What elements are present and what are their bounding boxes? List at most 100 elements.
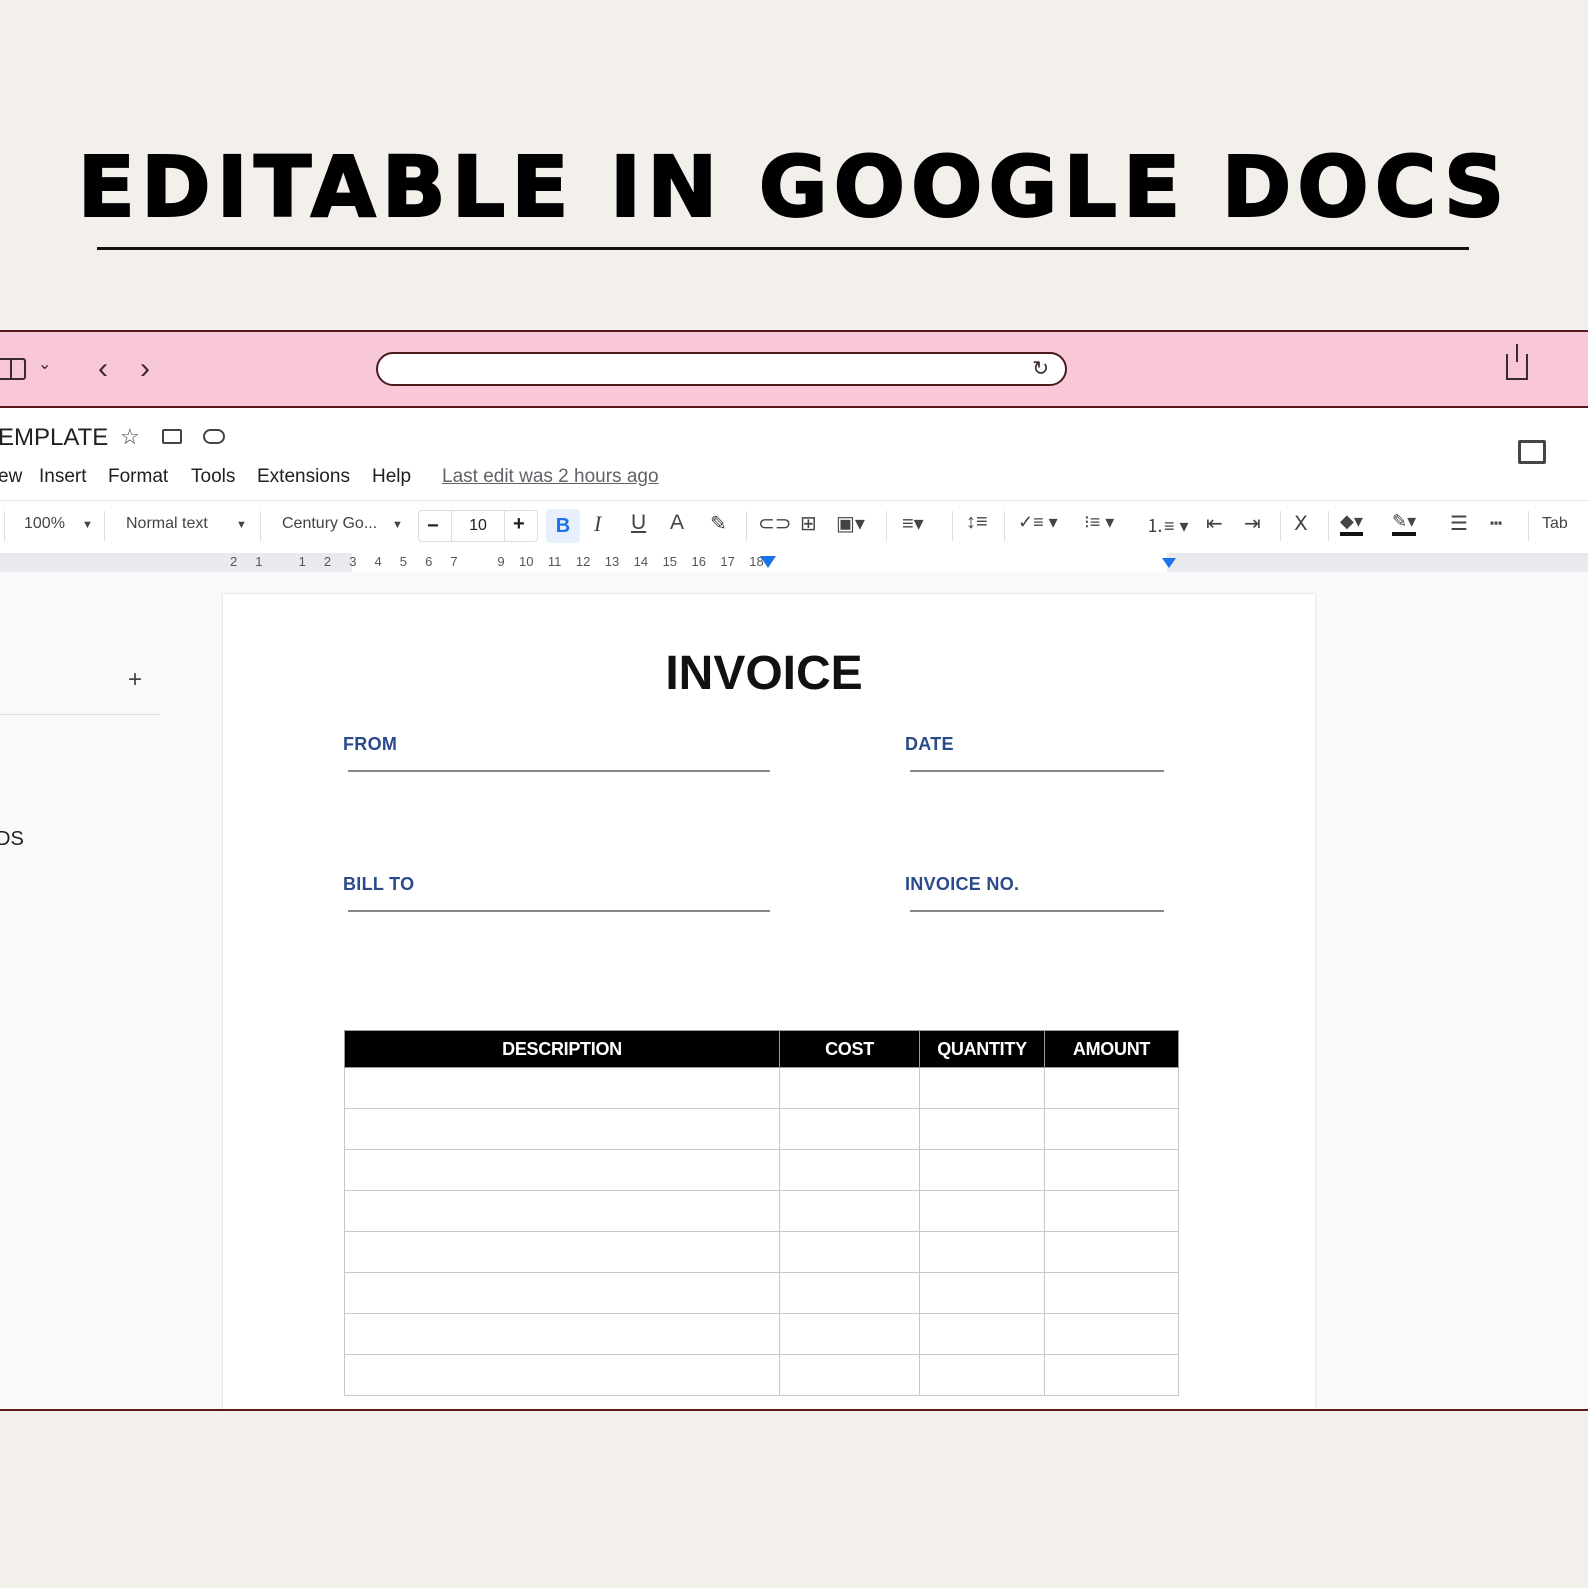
back-icon[interactable]: ‹ [98,352,108,386]
date-line [910,770,1164,772]
add-tab-button[interactable]: + [128,666,142,694]
increase-font-size-button[interactable]: + [513,513,525,536]
font-select[interactable]: Century Go... [282,515,377,533]
increase-indent-icon[interactable]: ⇥ [1244,511,1261,536]
bold-button[interactable]: B [546,509,580,543]
cell-amount[interactable] [1044,1354,1179,1396]
outline-item[interactable]: DS [0,828,24,851]
cell-cost[interactable] [779,1354,920,1396]
document-title[interactable]: EMPLATE [0,424,108,452]
insert-image-icon[interactable]: ▣▾ [836,511,865,536]
cell-amount[interactable] [1044,1067,1179,1109]
italic-button[interactable]: I [594,511,601,537]
cell-description[interactable] [344,1313,780,1355]
cell-description[interactable] [344,1149,780,1191]
ruler[interactable]: 2 1 1 2 3 4 5 6 7 9 10 11 12 13 14 15 16… [0,553,1588,572]
cell-quantity[interactable] [919,1313,1045,1355]
last-edit-link[interactable]: Last edit was 2 hours ago [442,466,659,488]
cell-description[interactable] [344,1272,780,1314]
cell-quantity[interactable] [919,1067,1045,1109]
cell-amount[interactable] [1044,1313,1179,1355]
menu-insert[interactable]: Insert [39,466,87,488]
numbered-list-icon[interactable]: ⒈≡ ▾ [1146,512,1189,538]
header-quantity: QUANTITY [919,1030,1045,1068]
cell-amount[interactable] [1044,1108,1179,1150]
add-comment-icon[interactable]: ⊞ [800,511,817,536]
right-indent-marker[interactable] [1162,558,1176,568]
cell-quantity[interactable] [919,1108,1045,1150]
reload-icon[interactable]: ↻ [1032,356,1049,381]
menu-extensions[interactable]: Extensions [257,466,350,488]
cell-cost[interactable] [779,1231,920,1273]
cell-quantity[interactable] [919,1149,1045,1191]
checklist-icon[interactable]: ✓≡ ▾ [1018,512,1058,533]
fill-color-icon[interactable]: ◆▾ [1340,511,1363,536]
table-row [344,1272,1179,1314]
share-icon[interactable] [1506,344,1528,380]
cell-amount[interactable] [1044,1149,1179,1191]
move-folder-icon[interactable] [162,429,182,444]
style-select[interactable]: Normal text [126,515,208,533]
font-size-input[interactable]: 10 [451,511,505,541]
invoice-no-label: INVOICE NO. [905,874,1020,894]
text-color-button[interactable]: A [670,511,684,535]
decrease-indent-icon[interactable]: ⇤ [1206,511,1223,536]
chevron-down-icon[interactable]: ⌄ [38,354,51,374]
line-spacing-icon[interactable]: ↕≡ [966,511,988,534]
cell-amount[interactable] [1044,1272,1179,1314]
table-row [344,1149,1179,1191]
cell-cost[interactable] [779,1067,920,1109]
decrease-font-size-button[interactable]: − [427,515,439,538]
clear-formatting-icon[interactable]: Ⅹ [1294,511,1308,536]
menu-help[interactable]: Help [372,466,411,488]
cell-amount[interactable] [1044,1190,1179,1232]
cell-quantity[interactable] [919,1190,1045,1232]
border-width-icon[interactable]: ☰ [1450,511,1468,536]
menu-tools[interactable]: Tools [191,466,235,488]
cell-amount[interactable] [1044,1231,1179,1273]
border-dash-icon[interactable]: ┅ [1490,511,1502,536]
menu-view[interactable]: ew [0,466,22,488]
underline-button[interactable]: U [631,511,646,535]
header-description: DESCRIPTION [344,1030,780,1068]
table-row [344,1313,1179,1355]
cell-quantity[interactable] [919,1354,1045,1396]
cell-cost[interactable] [779,1272,920,1314]
invoice-table: DESCRIPTION COST QUANTITY AMOUNT [344,1030,1179,1396]
forward-icon[interactable]: › [140,352,150,386]
cell-description[interactable] [344,1108,780,1150]
bill-to-line [348,910,770,912]
highlight-pen-icon[interactable]: ✎ [710,511,727,536]
menu-format[interactable]: Format [108,466,168,488]
cell-quantity[interactable] [919,1272,1045,1314]
document-page[interactable]: INVOICE FROM DATE BILL TO INVOICE NO. DE… [223,594,1315,1409]
cell-description[interactable] [344,1067,780,1109]
cell-cost[interactable] [779,1313,920,1355]
bill-to-label: BILL TO [343,874,415,894]
header-cost: COST [779,1030,920,1068]
cell-description[interactable] [344,1354,780,1396]
zoom-select[interactable]: 100% [24,515,65,533]
invoice-no-line [910,910,1164,912]
cell-cost[interactable] [779,1149,920,1191]
table-menu[interactable]: Tab [1542,515,1568,533]
bulleted-list-icon[interactable]: ⁝≡ ▾ [1084,512,1114,533]
sidebar-divider [0,714,160,715]
cell-quantity[interactable] [919,1231,1045,1273]
cloud-saved-icon[interactable] [203,429,225,444]
cell-cost[interactable] [779,1108,920,1150]
cell-cost[interactable] [779,1190,920,1232]
cell-description[interactable] [344,1190,780,1232]
align-icon[interactable]: ≡▾ [902,511,924,536]
star-icon[interactable]: ☆ [120,424,140,450]
sidebar-icon[interactable] [0,358,26,380]
comments-icon[interactable] [1518,440,1546,464]
document-canvas: + DS ⠿ 📌︎ + INVOICE FROM DATE BILL TO IN… [0,572,1588,1409]
left-indent-marker[interactable] [760,556,776,568]
link-icon[interactable]: ⊂⊃ [758,511,792,536]
dropdown-arrow-icon: ▼ [236,519,247,531]
border-color-icon[interactable]: ✎▾ [1392,511,1417,536]
table-row [344,1108,1179,1150]
cell-description[interactable] [344,1231,780,1273]
address-bar[interactable]: ↻ [376,352,1067,386]
